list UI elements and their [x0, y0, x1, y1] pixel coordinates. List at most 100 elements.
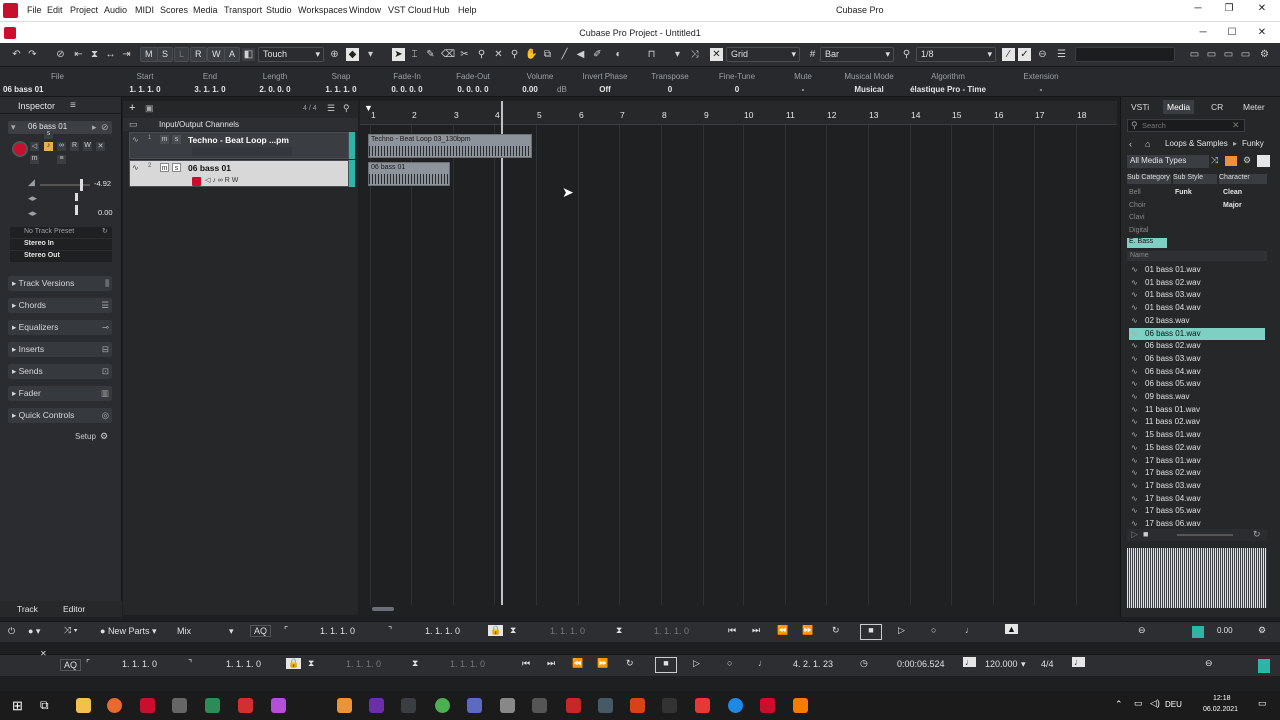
- record-button-icon[interactable]: ○: [931, 625, 936, 635]
- app-icon[interactable]: [630, 698, 645, 713]
- info-fade-out[interactable]: Fade-Out 0. 0. 0. 0: [448, 67, 498, 97]
- hand-tool-icon[interactable]: ✋: [525, 48, 538, 61]
- stop-icon[interactable]: ■: [860, 624, 882, 640]
- restore-icon[interactable]: ❐: [1222, 3, 1236, 14]
- media-type-filter[interactable]: All Media Types: [1127, 155, 1209, 168]
- listen-button[interactable]: L: [174, 47, 190, 62]
- clock-time[interactable]: 12:18: [1213, 695, 1231, 702]
- groups-icon[interactable]: ◆: [346, 48, 359, 61]
- input-routing[interactable]: Stereo In: [10, 239, 112, 250]
- character-item[interactable]: Clean: [1223, 189, 1242, 196]
- playhead-cursor[interactable]: [501, 101, 503, 605]
- pan-slider-handle[interactable]: [75, 193, 78, 201]
- app-icon[interactable]: [566, 698, 581, 713]
- task-view-icon[interactable]: ⧉: [40, 698, 49, 713]
- write-icon[interactable]: W: [83, 142, 92, 151]
- mix-select[interactable]: Mix ▾: [177, 626, 239, 636]
- notifications-icon[interactable]: ▭: [1258, 698, 1267, 709]
- punch-in-icon[interactable]: ⧗: [308, 658, 314, 669]
- quantize-apply-icon[interactable]: ✓: [1018, 48, 1031, 61]
- media-file-row[interactable]: ∿ 01 bass 01.wav: [1129, 264, 1265, 276]
- cycle-icon[interactable]: ↻: [832, 625, 840, 636]
- edge-icon[interactable]: [728, 698, 743, 713]
- tab-media[interactable]: Media: [1163, 100, 1195, 114]
- info-volume[interactable]: Volume 0.00 dB: [515, 67, 567, 97]
- delay-slider-handle[interactable]: [75, 205, 78, 215]
- info-mute[interactable]: Mute -: [778, 67, 828, 97]
- cubase-taskbar-icon[interactable]: [760, 698, 775, 713]
- menu-studio[interactable]: Studio: [266, 5, 292, 15]
- section-quick-controls[interactable]: ▸ Quick Controls ◎: [8, 408, 112, 423]
- tab-track[interactable]: Track: [17, 604, 38, 614]
- info-fine-tune[interactable]: Fine-Tune 0: [712, 67, 762, 97]
- category-item[interactable]: Bell: [1129, 189, 1141, 196]
- app-icon[interactable]: [662, 698, 677, 713]
- go-to-start-icon[interactable]: ⏮: [728, 625, 736, 636]
- left-locator-value[interactable]: 1. 1. 1. 0: [320, 626, 355, 636]
- play-preview-icon[interactable]: ▷: [1131, 529, 1138, 540]
- tempo-sync-icon[interactable]: ♩: [963, 657, 976, 667]
- time-value[interactable]: 0:00:06.524: [897, 659, 945, 669]
- go-to-end-icon[interactable]: ⏭: [752, 625, 760, 636]
- project-maximize-icon[interactable]: ☐: [1225, 27, 1239, 38]
- media-file-row[interactable]: ∿ 02 bass.wav: [1129, 315, 1265, 327]
- menu-scores[interactable]: Scores: [160, 5, 188, 15]
- tab-vsti[interactable]: VSTi: [1127, 100, 1153, 114]
- path-loops-samples[interactable]: Loops & Samples: [1165, 139, 1228, 148]
- aq-button[interactable]: AQ: [60, 659, 82, 671]
- play-icon[interactable]: ▷: [693, 658, 700, 669]
- info-length[interactable]: Length 2. 0. 0. 0: [250, 67, 300, 97]
- app-icon[interactable]: [598, 698, 613, 713]
- signature-value[interactable]: 4/4: [1041, 659, 1054, 669]
- stop-icon[interactable]: ■: [655, 657, 677, 673]
- sync-icon[interactable]: ⊖: [1138, 625, 1146, 636]
- left-right-icon[interactable]: ↔: [104, 48, 117, 61]
- write-button[interactable]: W: [207, 47, 226, 62]
- record-button-icon[interactable]: ○: [727, 658, 732, 668]
- tab-cr[interactable]: CR: [1207, 100, 1227, 114]
- punch-out-icon[interactable]: ⧗: [412, 658, 418, 669]
- category-item-selected[interactable]: E. Bass: [1127, 238, 1167, 248]
- project-minimize-icon[interactable]: ─: [1196, 27, 1210, 38]
- sample-icon[interactable]: [1225, 156, 1237, 166]
- loop-icon[interactable]: ↻: [1253, 529, 1261, 540]
- media-file-row[interactable]: ∿ 06 bass 03.wav: [1129, 353, 1265, 365]
- arrow-right-icon[interactable]: ▸: [92, 122, 97, 133]
- iterative-quantize-icon[interactable]: ⁄: [1002, 48, 1015, 61]
- constrain-delay-icon[interactable]: ⊘: [54, 48, 67, 61]
- track-list-menu-icon[interactable]: ☰: [327, 103, 335, 114]
- close-icon[interactable]: ✕: [96, 142, 105, 151]
- section-track-versions[interactable]: ▸ Track Versions ⫼: [8, 276, 112, 291]
- tab-meter[interactable]: Meter: [1239, 100, 1269, 114]
- mute-icon[interactable]: m: [160, 163, 169, 172]
- clear-icon[interactable]: ✕: [1232, 120, 1240, 131]
- chevron-down-icon[interactable]: ▾: [671, 48, 684, 61]
- tempo-value[interactable]: 120.000: [985, 659, 1018, 669]
- menu-workspaces[interactable]: Workspaces: [298, 5, 347, 15]
- media-file-row[interactable]: ∿ 09 bass.wav: [1129, 391, 1265, 403]
- grid-type-select[interactable]: Bar ▾: [820, 47, 894, 62]
- zoom-tool-icon[interactable]: ⚲: [508, 48, 521, 61]
- character-item[interactable]: Major: [1223, 202, 1242, 209]
- media-file-row[interactable]: ∿ 15 bass 01.wav: [1129, 429, 1265, 441]
- right-locator-icon[interactable]: ⌝: [188, 658, 192, 669]
- lanes-icon[interactable]: ≡: [57, 155, 66, 164]
- inspector-menu-icon[interactable]: ≡: [70, 100, 76, 111]
- volume-slider-handle[interactable]: [80, 179, 83, 191]
- grid-snap-icon[interactable]: ✕: [710, 48, 723, 61]
- left-locator-icon[interactable]: ⌜: [86, 658, 90, 669]
- audio-track-selected[interactable]: ∿ 2 m s 06 bass 01 ◁ ♪ ∞ R W: [129, 160, 349, 187]
- info-snap[interactable]: Snap 1. 1. 1. 0: [316, 67, 366, 97]
- position-value[interactable]: 4. 2. 1. 23: [793, 659, 833, 669]
- info-extension[interactable]: Extension -: [1016, 67, 1066, 97]
- media-file-row[interactable]: ∿ 06 bass 04.wav: [1129, 366, 1265, 378]
- snap-type-select[interactable]: Grid ▾: [726, 47, 800, 62]
- output-routing[interactable]: Stereo Out: [10, 251, 112, 262]
- line-tool-icon[interactable]: ╱: [558, 48, 571, 61]
- marker-icon[interactable]: ⧗: [88, 48, 101, 61]
- punch-in-value[interactable]: 1. 1. 1. 0: [346, 659, 381, 669]
- redo-icon[interactable]: ↷: [26, 48, 39, 61]
- cubase-taskbar-icon[interactable]: [140, 698, 155, 713]
- media-file-row[interactable]: ∿ 01 bass 04.wav: [1129, 302, 1265, 314]
- horizontal-scrollbar[interactable]: [372, 607, 394, 611]
